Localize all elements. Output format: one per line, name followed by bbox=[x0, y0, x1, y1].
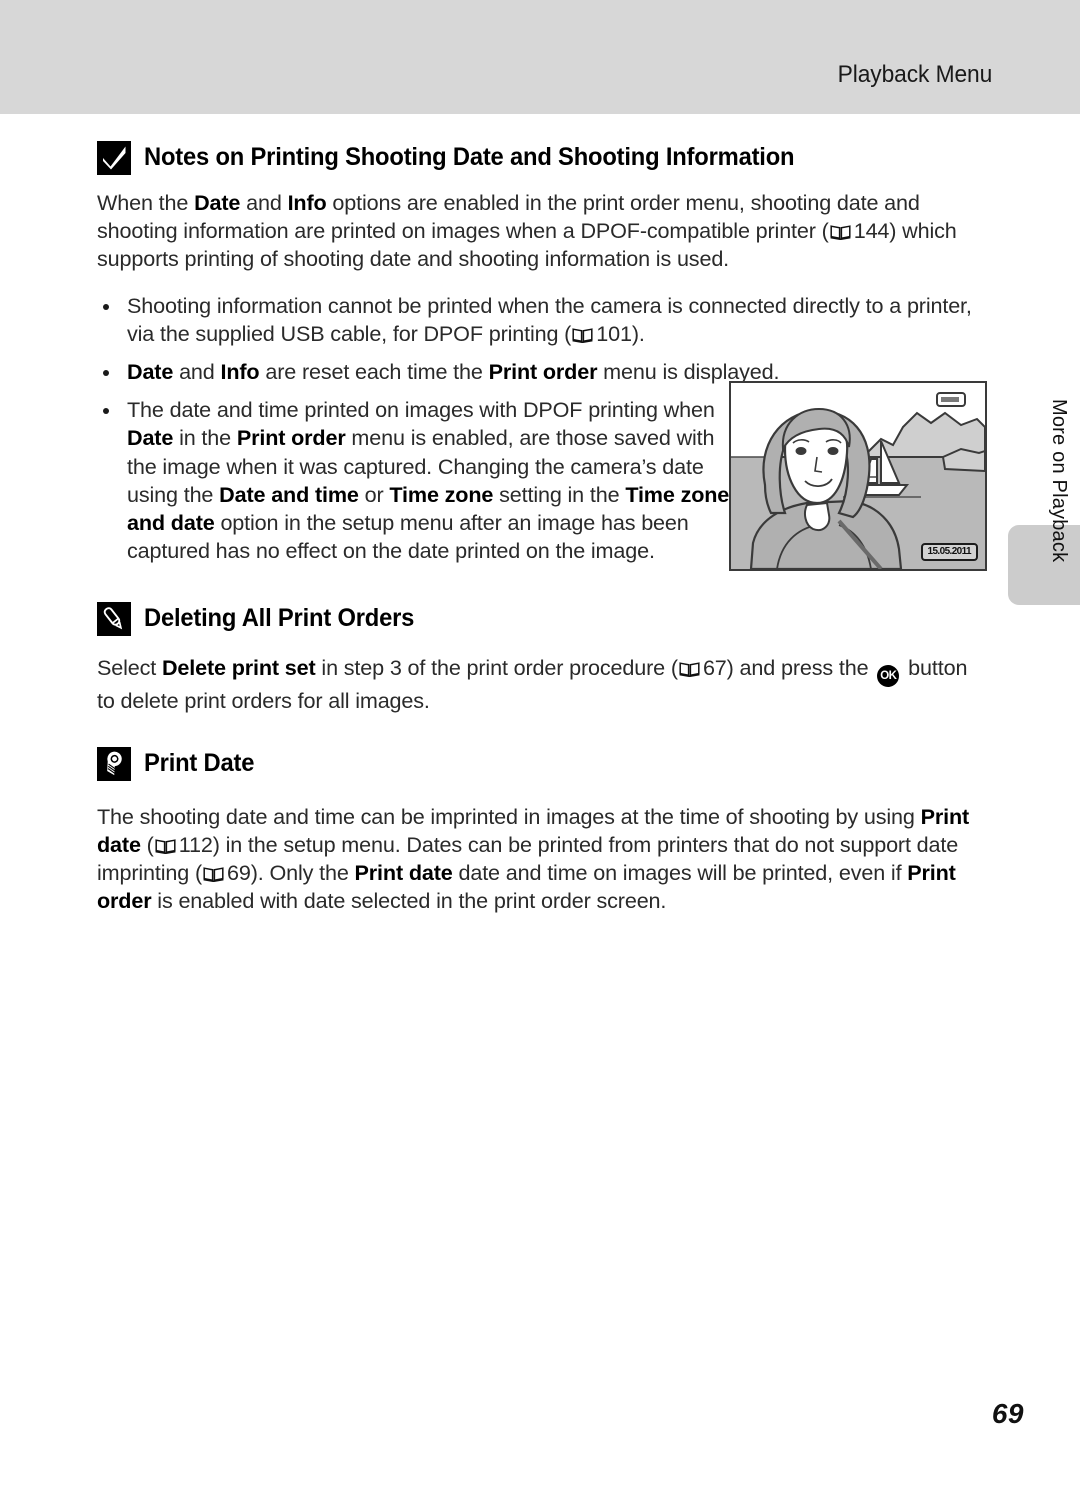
pd-text-f: is enabled with date selected in the pri… bbox=[151, 888, 667, 914]
intro-bold-info: Info bbox=[287, 190, 327, 215]
book-reference-icon bbox=[679, 656, 700, 678]
del-text-a: Select bbox=[97, 655, 162, 681]
bullet3-text-e: setting in the bbox=[493, 481, 626, 507]
pd-text-b: ( bbox=[140, 831, 154, 857]
bullet3-bold-timezone: Time zone bbox=[389, 481, 494, 507]
intro-page-ref: 144 bbox=[853, 218, 890, 244]
bullet1-text-b: ). bbox=[631, 320, 645, 346]
del-text-c: ) and press the bbox=[726, 655, 875, 681]
intro-text-a: When the bbox=[97, 190, 195, 215]
section-heading-print-date: Print Date bbox=[97, 746, 987, 781]
pencil-box-icon bbox=[97, 602, 131, 637]
checkmark-box-icon bbox=[97, 141, 131, 175]
bullet-dot-icon bbox=[103, 303, 109, 310]
book-reference-icon bbox=[572, 322, 593, 343]
date-stamp-text: 15.05.2011 bbox=[927, 546, 972, 557]
section-heading-deleting-all-print-orders: Deleting All Print Orders bbox=[97, 601, 987, 637]
intro-paragraph: When the Date and Info options are enabl… bbox=[97, 189, 987, 274]
bullet1-page-ref: 101 bbox=[596, 320, 632, 346]
playback-scene-graphic bbox=[731, 383, 985, 569]
ok-button-icon: OK bbox=[877, 665, 900, 688]
bullet2-bold-info: Info bbox=[220, 359, 260, 385]
pd-text-a: The shooting date and time can be imprin… bbox=[97, 803, 921, 829]
lightbulb-box-icon bbox=[97, 746, 131, 781]
deleting-paragraph: Select Delete print set in step 3 of the… bbox=[97, 654, 987, 715]
bullet3-bold-date: Date bbox=[127, 425, 174, 451]
bullet2-bold-date: Date bbox=[127, 359, 174, 385]
date-stamp-badge: 15.05.2011 bbox=[920, 543, 978, 561]
bullet3-text-b: in the bbox=[173, 425, 237, 451]
intro-text-c: and bbox=[240, 190, 288, 215]
chapter-tab-label: More on Playback bbox=[1048, 399, 1070, 563]
section-title-notes-printing: Notes on Printing Shooting Date and Shoo… bbox=[144, 143, 795, 171]
list-item: Shooting information cannot be printed w… bbox=[97, 292, 987, 348]
bullet-dot-icon bbox=[103, 370, 109, 377]
pd-text-d: ). Only the bbox=[250, 860, 355, 886]
camera-playback-screen-illustration: 15.05.2011 bbox=[729, 381, 987, 571]
del-bold-deleteprintset: Delete print set bbox=[161, 655, 316, 681]
bullet3-bold-printorder: Print order bbox=[236, 425, 346, 451]
page-number: 69 bbox=[991, 1398, 1024, 1429]
intro-bold-date: Date bbox=[194, 190, 241, 215]
pd-page-ref-1: 112 bbox=[178, 831, 213, 857]
book-reference-icon bbox=[830, 219, 851, 241]
del-text-b: in step 3 of the print order procedure ( bbox=[315, 655, 678, 681]
list-item: The date and time printed on images with… bbox=[97, 396, 747, 565]
bullet2-text-c: are reset each time the bbox=[259, 359, 489, 385]
bullet3-text-d: or bbox=[358, 481, 390, 507]
bullet3-text-a: The date and time printed on images with… bbox=[127, 397, 715, 423]
bullet-dot-icon bbox=[103, 408, 109, 415]
bullet3-bold-dateandtime: Date and time bbox=[219, 481, 359, 507]
page-header-band bbox=[0, 0, 1080, 114]
battery-icon bbox=[936, 392, 966, 407]
section-title-print-date: Print Date bbox=[144, 748, 255, 777]
book-reference-icon bbox=[155, 833, 176, 854]
del-page-ref: 67 bbox=[702, 655, 727, 681]
section-title-deleting-all-print-orders: Deleting All Print Orders bbox=[144, 604, 415, 633]
book-reference-icon bbox=[203, 861, 224, 883]
bullet1-text-a: Shooting information cannot be printed w… bbox=[127, 292, 972, 346]
bullet2-text-a: and bbox=[173, 359, 221, 385]
print-date-paragraph: The shooting date and time can be imprin… bbox=[97, 803, 987, 916]
pd-text-e: date and time on images will be printed,… bbox=[452, 860, 908, 886]
pd-page-ref-2: 69 bbox=[227, 860, 251, 886]
bullet2-bold-printorder: Print order bbox=[488, 359, 598, 385]
page-title: Playback Menu bbox=[837, 61, 992, 88]
pd-bold-printdate-2: Print date bbox=[354, 860, 453, 886]
section-heading-notes-printing: Notes on Printing Shooting Date and Shoo… bbox=[97, 140, 987, 175]
